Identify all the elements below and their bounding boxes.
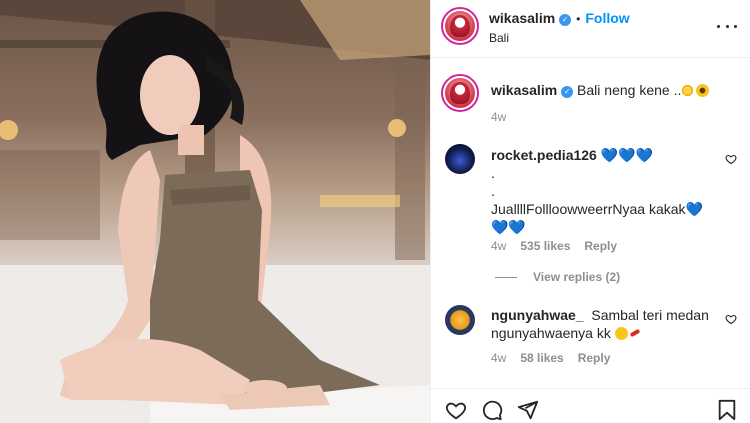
view-replies-label: View replies (2) bbox=[533, 270, 621, 284]
bookmark-icon[interactable] bbox=[717, 399, 737, 421]
author-avatar-image bbox=[450, 14, 470, 38]
comment-text: Sambal teri medan bbox=[591, 307, 709, 323]
view-replies-line bbox=[495, 276, 517, 278]
author-avatar[interactable] bbox=[441, 7, 479, 45]
comment-timestamp[interactable]: 4w bbox=[491, 239, 506, 253]
blue-heart-emoji-icon: 💙 bbox=[685, 201, 703, 217]
comment-line: JuallllFollloowweerrNyaa kakak bbox=[491, 201, 686, 217]
post-actions-bar bbox=[431, 388, 750, 423]
comment-username[interactable]: ngunyahwae_ bbox=[491, 307, 584, 323]
comment-timestamp[interactable]: 4w bbox=[491, 351, 506, 365]
comment-body: rocket.pedia126 💙💙💙 . . JuallllFolllooww… bbox=[491, 146, 721, 236]
post-photo[interactable] bbox=[0, 0, 430, 423]
share-icon[interactable] bbox=[517, 399, 539, 421]
follow-button[interactable]: Follow bbox=[585, 10, 629, 26]
comment-likes[interactable]: 535 likes bbox=[520, 239, 570, 253]
post-location[interactable]: Bali bbox=[489, 31, 509, 45]
comment-meta: 4w 58 likes Reply bbox=[491, 351, 624, 365]
separator-dot: • bbox=[576, 12, 581, 26]
comment-line: . bbox=[491, 183, 495, 199]
heart-icon[interactable] bbox=[445, 399, 467, 421]
yum-emoji-icon bbox=[614, 327, 628, 340]
like-comment-heart-icon[interactable] bbox=[725, 153, 737, 165]
caption-avatar[interactable] bbox=[441, 74, 479, 112]
more-options-icon[interactable] bbox=[717, 22, 737, 30]
comment-avatar[interactable] bbox=[445, 144, 475, 174]
caption-username[interactable]: wikasalim bbox=[491, 82, 557, 98]
comment-line: . bbox=[491, 165, 495, 181]
caption-avatar-image bbox=[450, 81, 470, 105]
comment-body: ngunyahwae_ Sambal teri medan ngunyahwae… bbox=[491, 306, 721, 342]
view-replies-button[interactable]: View replies (2) bbox=[495, 270, 620, 284]
sunflower-emoji-icon bbox=[696, 84, 710, 97]
comment-username[interactable]: rocket.pedia126 bbox=[491, 147, 597, 163]
reply-button[interactable]: Reply bbox=[584, 239, 617, 253]
photo-illustration bbox=[0, 0, 430, 423]
post-header: wikasalim ✓ • Follow Bali bbox=[431, 0, 750, 58]
comment-likes[interactable]: 58 likes bbox=[520, 351, 563, 365]
verified-badge-icon: ✓ bbox=[561, 86, 574, 98]
sun-emoji-icon bbox=[681, 84, 695, 97]
header-title-row: wikasalim ✓ • Follow bbox=[489, 10, 630, 28]
chili-emoji-icon bbox=[629, 328, 641, 338]
post-side-panel: wikasalim ✓ • Follow Bali wikasalim ✓ Bali n… bbox=[430, 0, 750, 423]
verified-badge-icon: ✓ bbox=[559, 14, 572, 26]
comment-icon[interactable] bbox=[481, 399, 503, 421]
comment-text: ngunyahwaenya kk bbox=[491, 325, 611, 341]
caption: wikasalim ✓ Bali neng kene .. bbox=[491, 81, 741, 100]
caption-text: Bali neng kene .. bbox=[577, 82, 682, 98]
blue-heart-emoji-icon: 💙💙 bbox=[491, 219, 526, 235]
reply-button[interactable]: Reply bbox=[578, 351, 611, 365]
blue-heart-emoji-icon: 💙💙💙 bbox=[600, 147, 654, 163]
comment-avatar[interactable] bbox=[445, 305, 475, 335]
like-comment-heart-icon[interactable] bbox=[725, 313, 737, 325]
comment-meta: 4w 535 likes Reply bbox=[491, 239, 631, 253]
caption-timestamp[interactable]: 4w bbox=[491, 110, 506, 124]
comments-list: wikasalim ✓ Bali neng kene .. 4w rocket.p… bbox=[431, 58, 750, 388]
author-username[interactable]: wikasalim bbox=[489, 10, 555, 26]
